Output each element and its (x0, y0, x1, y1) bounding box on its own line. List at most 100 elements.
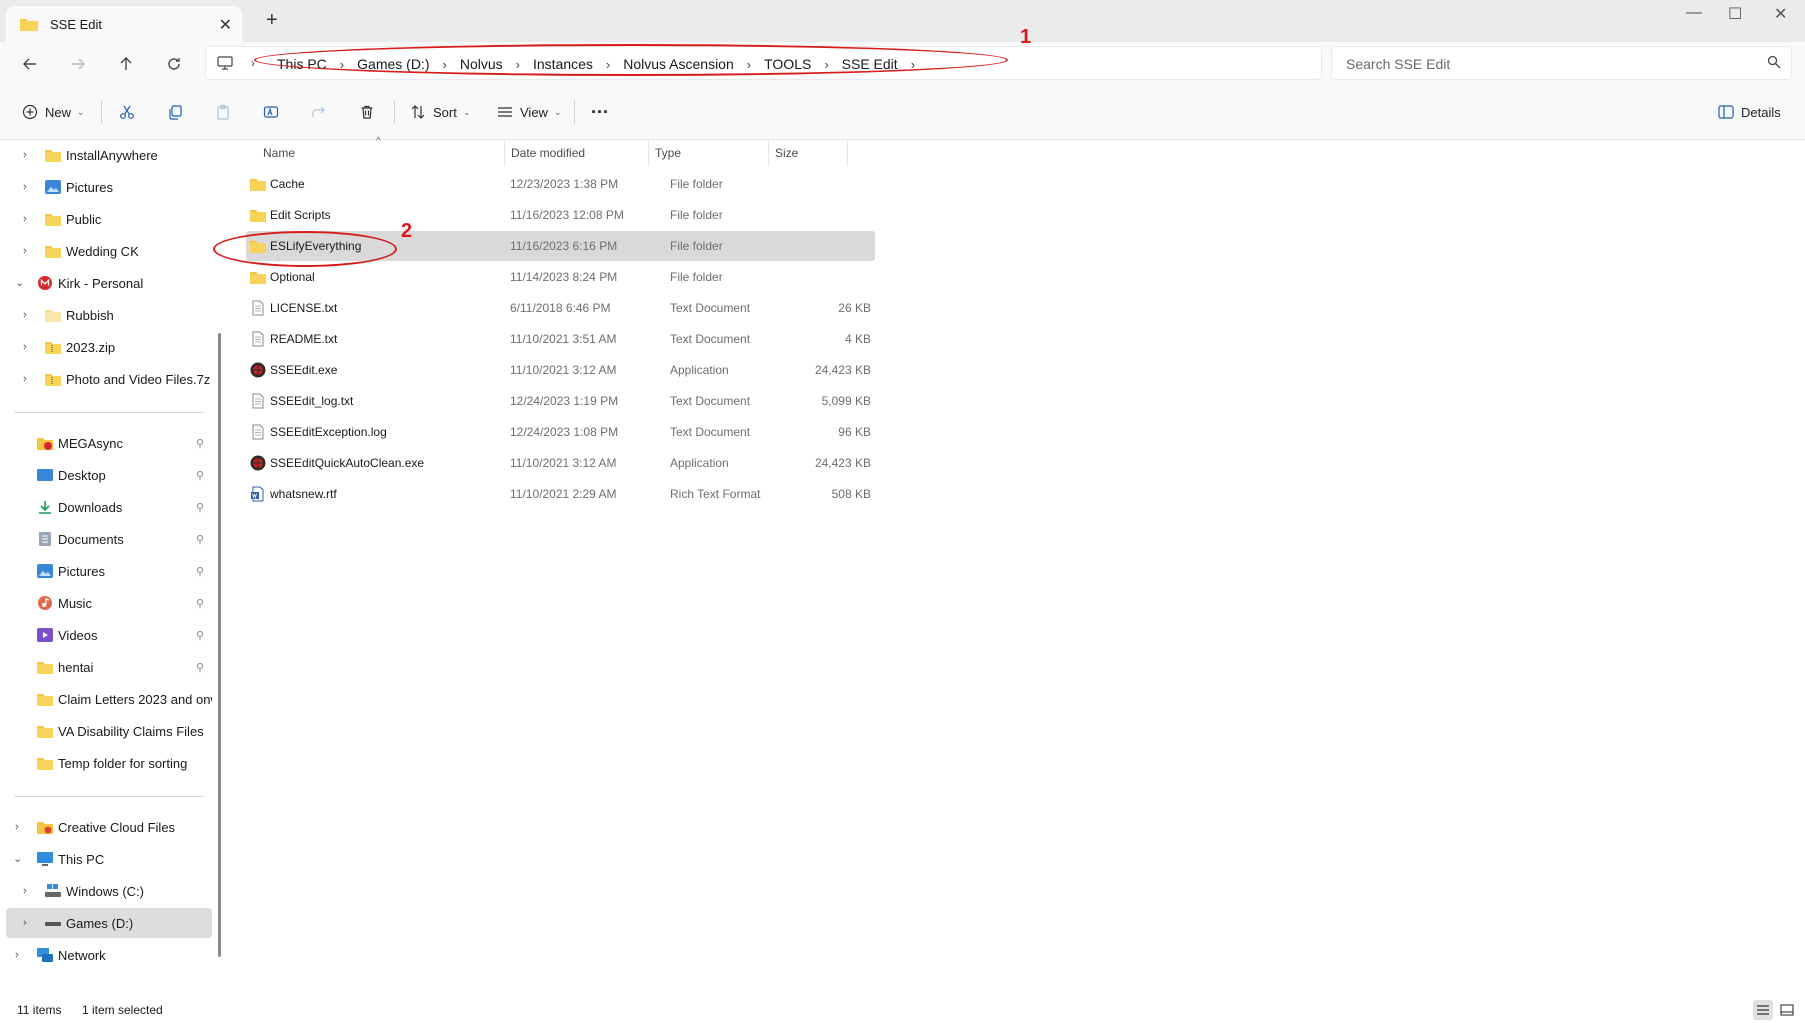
column-divider[interactable] (847, 140, 848, 166)
nav-item-desktop[interactable]: Desktop ⚲ (0, 460, 212, 490)
file-row-readme[interactable]: README.txt 11/10/2021 3:51 AM Text Docum… (246, 324, 875, 354)
nav-item-music[interactable]: Music ⚲ (0, 588, 212, 618)
maximize-button[interactable]: ☐ (1728, 4, 1742, 24)
nav-item-kirk-personal[interactable]: ⌄ Kirk - Personal (0, 268, 212, 298)
tiles-view-button[interactable] (1777, 1000, 1797, 1020)
nav-item-documents[interactable]: Documents ⚲ (0, 524, 212, 554)
details-button[interactable]: Details (1718, 98, 1781, 126)
column-header-date[interactable]: Date modified (511, 140, 585, 166)
refresh-button[interactable] (160, 50, 188, 78)
minimize-button[interactable]: — (1686, 4, 1702, 22)
file-row-sseedit-log[interactable]: SSEEdit_log.txt 12/24/2023 1:19 PM Text … (246, 386, 875, 416)
pin-icon[interactable]: ⚲ (196, 501, 204, 514)
pin-icon[interactable]: ⚲ (196, 597, 204, 610)
copy-button[interactable] (167, 98, 183, 126)
file-row-sseedit-exception[interactable]: SSEEditException.log 12/24/2023 1:08 PM … (246, 417, 875, 447)
search-input[interactable]: Search SSE Edit (1346, 56, 1450, 72)
column-header-size[interactable]: Size (775, 140, 798, 166)
chevron-right-icon[interactable]: › (15, 821, 19, 833)
chevron-down-icon[interactable]: ⌄ (15, 276, 24, 289)
file-type: Text Document (670, 425, 751, 439)
chevron-right-icon[interactable]: › (23, 245, 27, 257)
file-row-quickautoclean[interactable]: SSEEditQuickAutoClean.exe 11/10/2021 3:1… (246, 448, 875, 478)
chevron-right-icon[interactable]: › (23, 213, 27, 225)
cut-button[interactable] (119, 98, 135, 126)
chevron-down-icon[interactable]: ⌄ (13, 852, 22, 865)
details-view-button[interactable] (1753, 1000, 1773, 1020)
nav-item-network[interactable]: › Network (0, 940, 212, 970)
nav-item-creative-cloud[interactable]: › Creative Cloud Files (0, 812, 212, 842)
nav-scrollbar-thumb[interactable] (218, 333, 221, 957)
search-box[interactable]: Search SSE Edit (1331, 46, 1792, 80)
pin-icon[interactable]: ⚲ (196, 629, 204, 642)
nav-item-rubbish[interactable]: › Rubbish (0, 300, 212, 330)
up-button[interactable] (112, 50, 140, 78)
nav-item-wedding-ck[interactable]: › Wedding CK (0, 236, 212, 266)
column-header-type[interactable]: Type (655, 140, 681, 166)
chevron-right-icon[interactable]: › (23, 917, 27, 929)
rename-button[interactable] (263, 98, 279, 126)
search-icon[interactable] (1767, 55, 1781, 69)
file-row-whatsnew[interactable]: whatsnew.rtf 11/10/2021 2:29 AM Rich Tex… (246, 479, 875, 509)
forward-button[interactable] (64, 50, 92, 78)
more-options-button[interactable]: ··· (591, 98, 609, 126)
chevron-right-icon[interactable]: › (23, 181, 27, 193)
file-row-cache[interactable]: Cache 12/23/2023 1:38 PM File folder (246, 169, 875, 199)
nav-item-videos[interactable]: Videos ⚲ (0, 620, 212, 650)
column-divider[interactable] (504, 140, 505, 166)
chevron-right-icon[interactable]: › (15, 949, 19, 961)
close-window-button[interactable]: ✕ (1774, 4, 1787, 24)
file-date: 11/16/2023 6:16 PM (510, 239, 618, 253)
nav-item-windows-c[interactable]: › Windows (C:) (0, 876, 212, 906)
share-button[interactable] (311, 98, 327, 126)
file-explorer-window: SSE Edit ✕ + — ☐ ✕ › This PC › Games (D:… (0, 0, 1805, 1023)
pin-icon[interactable]: ⚲ (196, 661, 204, 674)
nav-item-va-disability[interactable]: VA Disability Claims Files (0, 716, 212, 746)
back-button[interactable] (16, 50, 44, 78)
nav-item-megasync[interactable]: MEGAsync ⚲ (0, 428, 212, 458)
folder-icon (37, 726, 53, 738)
chevron-down-icon: ⌄ (462, 106, 471, 117)
nav-item-claim-letters[interactable]: Claim Letters 2023 and onwar (0, 684, 212, 714)
nav-item-this-pc[interactable]: ⌄ This PC (0, 844, 212, 874)
file-row-sseedit-exe[interactable]: SSEEdit.exe 11/10/2021 3:12 AM Applicati… (246, 355, 875, 385)
sort-button[interactable]: Sort ⌄ (410, 98, 470, 126)
close-tab-icon[interactable]: ✕ (219, 15, 232, 35)
nav-item-public[interactable]: › Public (0, 204, 212, 234)
chevron-right-icon[interactable]: › (23, 341, 27, 353)
file-row-edit-scripts[interactable]: Edit Scripts 11/16/2023 12:08 PM File fo… (246, 200, 875, 230)
nav-item-temp-folder[interactable]: Temp folder for sorting (0, 748, 212, 778)
nav-item-games-d[interactable]: › Games (D:) (6, 908, 212, 938)
file-row-license[interactable]: LICENSE.txt 6/11/2018 6:46 PM Text Docum… (246, 293, 875, 323)
nav-item-pictures[interactable]: › Pictures (0, 172, 212, 202)
nav-item-pictures-quick[interactable]: Pictures ⚲ (0, 556, 212, 586)
pin-icon[interactable]: ⚲ (196, 469, 204, 482)
pin-icon[interactable]: ⚲ (196, 437, 204, 450)
nav-item-photo-video-7z[interactable]: › Photo and Video Files.7z (0, 364, 212, 394)
column-header-name[interactable]: Name (263, 140, 295, 166)
chevron-right-icon[interactable]: › (23, 309, 27, 321)
nav-item-downloads[interactable]: Downloads ⚲ (0, 492, 212, 522)
chevron-right-icon[interactable]: › (23, 373, 27, 385)
nav-item-installanywhere[interactable]: › InstallAnywhere (0, 140, 212, 170)
nav-item-hentai[interactable]: hentai ⚲ (0, 652, 212, 682)
file-row-optional[interactable]: Optional 11/14/2023 8:24 PM File folder (246, 262, 875, 292)
file-date: 11/10/2021 2:29 AM (510, 487, 617, 501)
chevron-right-icon[interactable]: › (23, 885, 27, 897)
nav-item-label: VA Disability Claims Files (58, 723, 204, 739)
delete-button[interactable] (359, 98, 375, 126)
pin-icon[interactable]: ⚲ (196, 565, 204, 578)
paste-button[interactable] (215, 98, 231, 126)
tab-sse-edit[interactable]: SSE Edit ✕ (6, 6, 242, 42)
chevron-right-icon[interactable]: › (23, 149, 27, 161)
selection-count: 1 item selected (82, 1003, 163, 1017)
column-divider[interactable] (648, 140, 649, 166)
view-button[interactable]: View ⌄ (497, 98, 562, 126)
folder-icon (37, 694, 53, 706)
pin-icon[interactable]: ⚲ (196, 533, 204, 546)
column-divider[interactable] (768, 140, 769, 166)
new-tab-button[interactable]: + (266, 9, 278, 32)
text-file-icon (252, 424, 264, 440)
nav-item-2023-zip[interactable]: › 2023.zip (0, 332, 212, 362)
new-button[interactable]: New ⌄ (22, 98, 85, 126)
